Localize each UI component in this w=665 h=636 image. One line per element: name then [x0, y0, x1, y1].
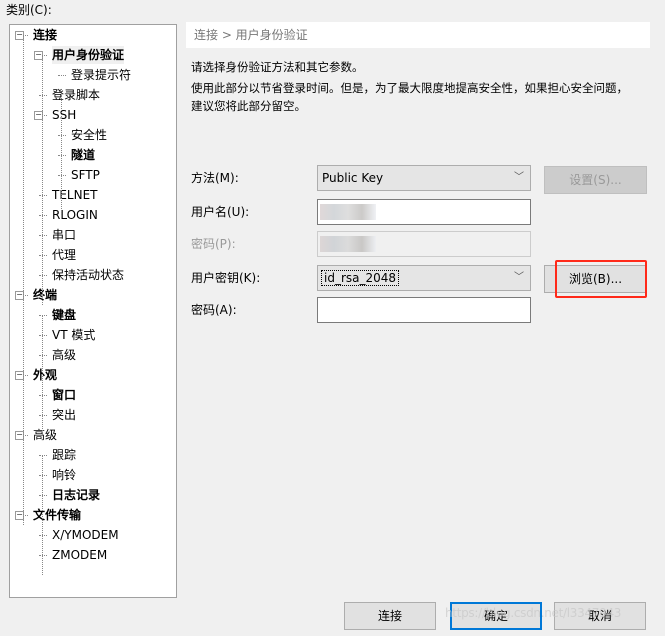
password-input[interactable] [317, 231, 531, 257]
tree-connector [39, 475, 47, 476]
redacted-value [320, 204, 376, 220]
tree-item[interactable]: VT 模式 [52, 326, 95, 344]
tree-item[interactable]: 登录提示符 [71, 66, 131, 84]
username-input[interactable] [317, 199, 531, 225]
tree-item[interactable]: SFTP [71, 166, 100, 184]
tree-item[interactable]: 保持活动状态 [52, 266, 124, 284]
tree-item[interactable]: 代理 [52, 246, 76, 264]
tree-item[interactable]: 登录脚本 [52, 86, 100, 104]
tree-item[interactable]: SSH [52, 106, 76, 124]
userkey-select[interactable]: id_rsa_2048 ﹀ [317, 265, 531, 291]
tree-item[interactable]: 隧道 [71, 146, 95, 164]
method-value: Public Key [322, 171, 384, 185]
tree-connector [58, 175, 66, 176]
tree-connector [42, 455, 43, 535]
tree-connector [58, 135, 66, 136]
tree-item[interactable]: 高级 [52, 346, 76, 364]
breadcrumb: 连接 > 用户身份验证 [186, 22, 650, 48]
tree-connector [39, 215, 47, 216]
tree-connector [39, 195, 47, 196]
tree-connector [39, 355, 47, 356]
highlight-box [555, 260, 647, 298]
method-label: 方法(M): [191, 171, 239, 185]
settings-button[interactable]: 设置(S)... [544, 166, 647, 194]
tree-connector [39, 235, 47, 236]
tree-connector [39, 95, 47, 96]
tree-connector [58, 155, 66, 156]
category-tree[interactable]: 连接 − 用户身份验证 − 登录提示符 登录脚本 SSH − 安全性 隧道 SFTP TELNET RL… [9, 24, 177, 598]
chevron-down-icon: ﹀ [514, 172, 524, 183]
tree-item[interactable]: 串口 [52, 226, 76, 244]
username-label: 用户名(U): [191, 205, 250, 219]
userkey-value: id_rsa_2048 [320, 270, 400, 286]
tree-connector [39, 415, 47, 416]
tree-connector [39, 255, 47, 256]
tree-item[interactable]: X/YMODEM [52, 526, 119, 544]
chevron-down-icon: ﹀ [514, 272, 524, 283]
tree-item[interactable]: ZMODEM [52, 546, 107, 564]
tree-connector [42, 535, 43, 575]
tree-connector [39, 535, 47, 536]
tree-item[interactable]: 终端 [33, 286, 57, 304]
passphrase-input[interactable] [317, 297, 531, 323]
redacted-value [320, 236, 376, 252]
tree-connector [23, 35, 24, 525]
tree-connector [42, 315, 43, 395]
tree-connector [42, 395, 43, 435]
method-select[interactable]: Public Key ﹀ [317, 165, 531, 191]
tree-item[interactable]: 外观 [33, 366, 57, 384]
watermark: https://blog.csdn.net/l3347943 [445, 606, 622, 620]
description-line-2: 使用此部分以节省登录时间。但是，为了最大限度地提高安全性，如果担心安全问题， [191, 81, 628, 95]
tree-connector [39, 335, 47, 336]
connect-button[interactable]: 连接 [344, 602, 436, 630]
tree-item[interactable]: 高级 [33, 426, 57, 444]
tree-item[interactable]: 窗口 [52, 386, 76, 404]
tree-item[interactable]: 键盘 [52, 306, 76, 324]
tree-connector [39, 395, 47, 396]
tree-item[interactable]: 日志记录 [52, 486, 100, 504]
tree-item[interactable]: 突出 [52, 406, 76, 424]
tree-connector [39, 315, 47, 316]
userkey-label: 用户密钥(K): [191, 271, 261, 285]
tree-item[interactable]: TELNET [52, 186, 98, 204]
tree-connector [58, 75, 66, 76]
tree-item[interactable]: 跟踪 [52, 446, 76, 464]
tree-connector [61, 155, 62, 215]
tree-item[interactable]: 响铃 [52, 466, 76, 484]
category-label: 类别(C): [6, 3, 52, 17]
tree-connector [39, 555, 47, 556]
password-label: 密码(P): [191, 237, 236, 251]
tree-item[interactable]: 连接 [33, 26, 57, 44]
tree-item[interactable]: 文件传输 [33, 506, 81, 524]
tree-connector [39, 275, 47, 276]
description-line-1: 请选择身份验证方法和其它参数。 [191, 60, 364, 74]
tree-connector [39, 455, 47, 456]
tree-item[interactable]: 安全性 [71, 126, 107, 144]
tree-item[interactable]: 用户身份验证 [52, 46, 125, 64]
tree-connector [39, 495, 47, 496]
passphrase-label: 密码(A): [191, 303, 237, 317]
tree-item[interactable]: RLOGIN [52, 206, 98, 224]
description-line-3: 建议您将此部分留空。 [191, 99, 306, 113]
tree-connector [42, 55, 43, 305]
